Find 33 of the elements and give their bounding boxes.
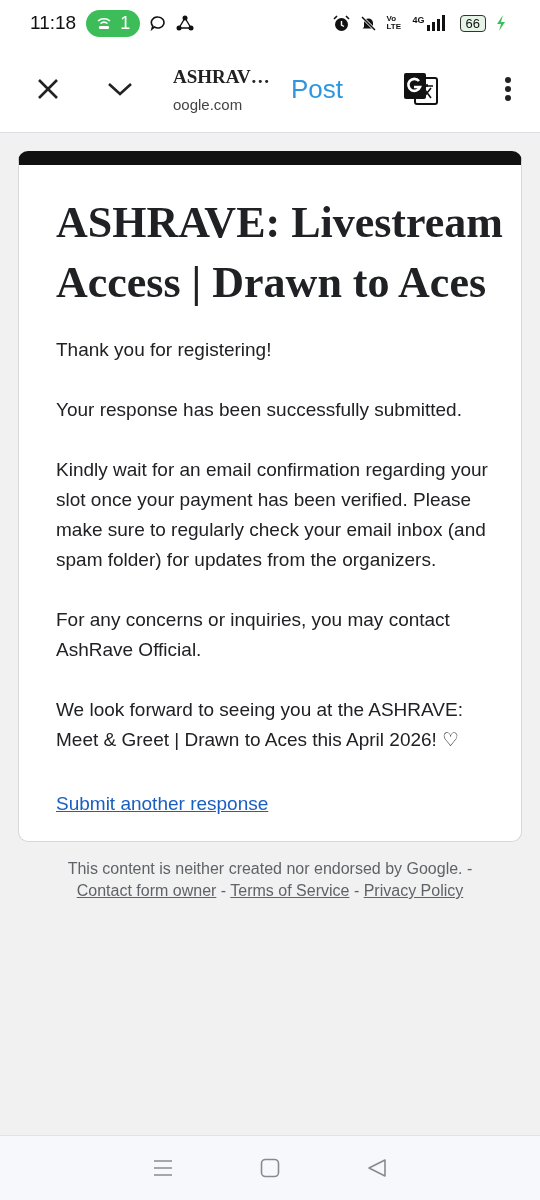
more-options-icon[interactable]	[504, 76, 512, 102]
home-icon[interactable]	[260, 1158, 280, 1178]
hotspot-badge: 1	[86, 9, 141, 37]
share-icon	[176, 14, 195, 32]
post-button[interactable]: Post	[287, 73, 348, 105]
footer-link[interactable]: Privacy Policy	[363, 882, 464, 899]
translate-icon[interactable]	[403, 72, 440, 106]
battery-indicator: 66	[459, 14, 486, 32]
form-title: ASHRAVE: Livestream Access | Drawn to Aces	[56, 197, 504, 309]
confirmation-text: We look forward to seeing you at the ASHRAVE: Meet & Greet | Drawn to Aces this April 2026! ♡	[56, 698, 464, 752]
close-icon[interactable]	[37, 78, 59, 100]
network-type: 4G	[412, 15, 425, 25]
confirmation-text: Your response has been successfully submitted.	[56, 398, 463, 422]
clock-time: 11:18	[30, 12, 77, 34]
volte-label: Vo LTE	[386, 15, 403, 31]
signal-icon	[425, 15, 446, 31]
confirmation-text: Thank you for registering!	[56, 338, 273, 362]
chat-bubble-icon	[150, 15, 167, 31]
submit-another-link[interactable]: Submit another response	[56, 793, 269, 815]
confirmation-text: For any concerns or inquiries, you may contact AshRave Official.	[56, 608, 451, 662]
confirmation-text: Kindly wait for an email confirmation regarding your slot once your payment has been verified. Please make sure to regularly check your email inbox (and spam folder) for updates from the organizers.	[56, 458, 489, 572]
separator-dash: -	[467, 860, 473, 877]
page-title: ASHRAV…	[173, 65, 271, 88]
footer-link[interactable]: Terms of Service	[230, 882, 350, 899]
page-url: oogle.com	[173, 95, 244, 113]
back-icon[interactable]	[366, 1158, 387, 1178]
chevron-down-icon[interactable]	[107, 81, 133, 97]
footer-link[interactable]: Contact form owner	[76, 882, 217, 899]
separator-dash: -	[353, 882, 360, 899]
separator-dash: -	[220, 882, 227, 899]
disclaimer-text: This content is neither created nor endorsed by Google.	[67, 860, 463, 877]
muted-bell-icon	[359, 14, 377, 32]
alarm-icon	[332, 14, 350, 32]
